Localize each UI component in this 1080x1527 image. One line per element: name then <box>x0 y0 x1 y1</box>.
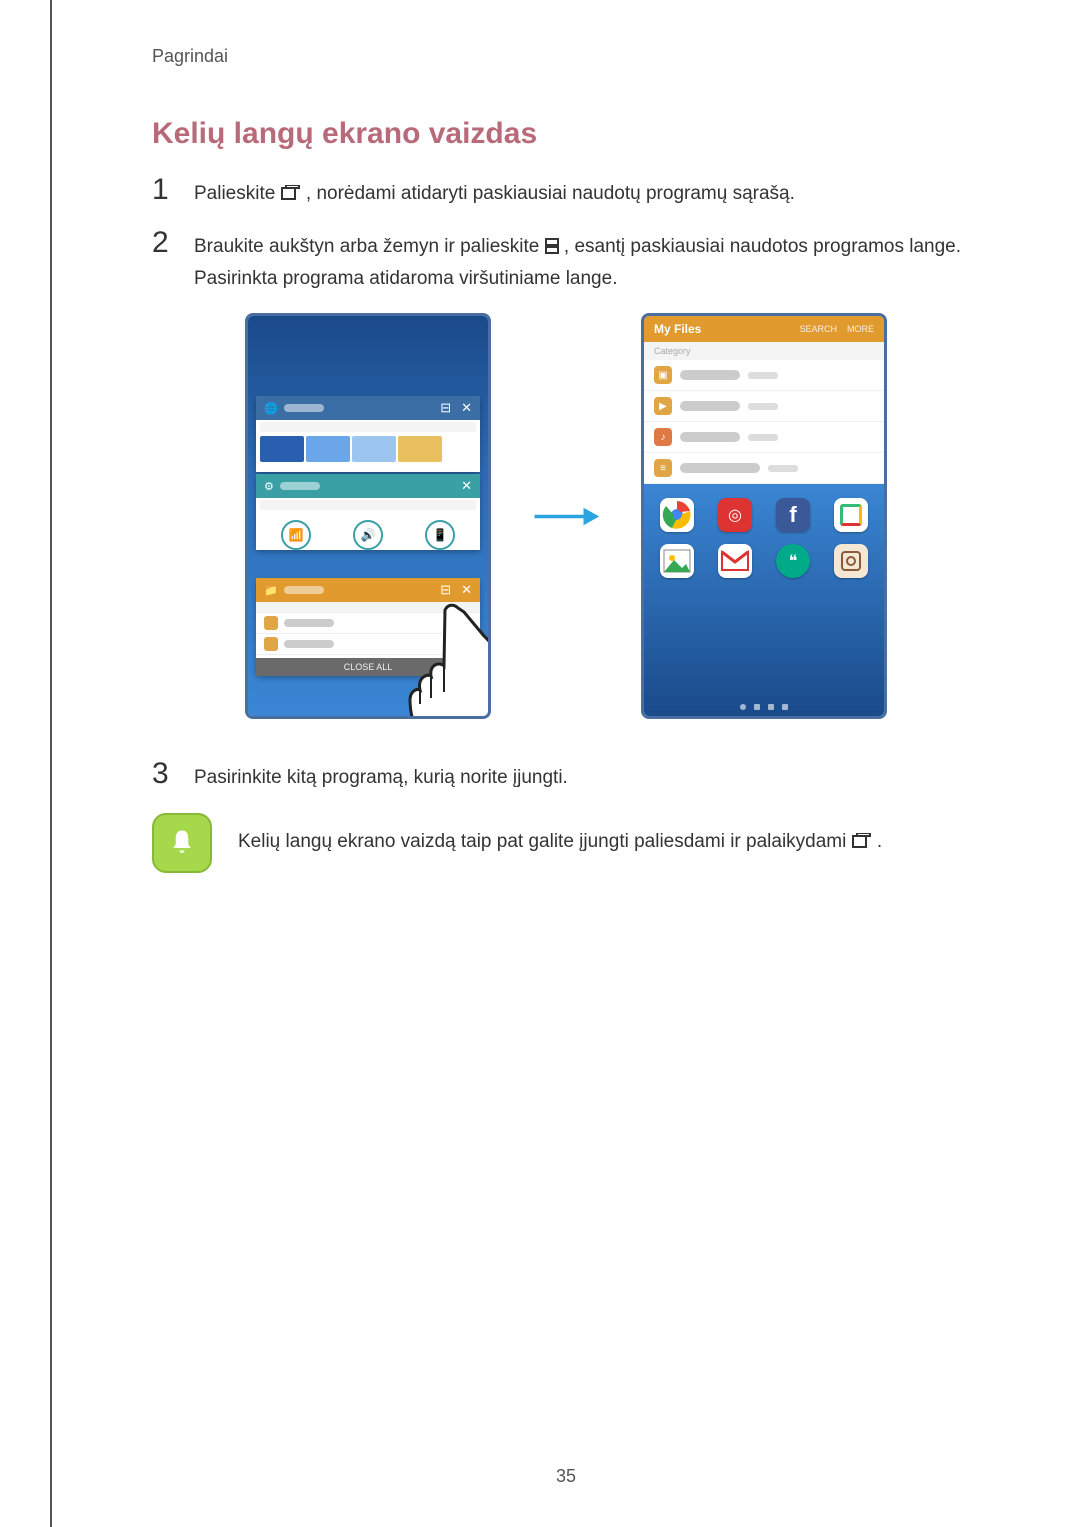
phone-left-recents: 🌐 ⊟ ✕ ⚙ ✕ <box>245 313 491 719</box>
step-number-2: 2 <box>152 228 176 258</box>
page-title: Kelių langų ekrano vaizdas <box>152 117 980 151</box>
myfiles-title: My Files <box>654 322 701 336</box>
file-row: ▶ <box>644 391 884 422</box>
audio-icon: ♪ <box>654 428 672 446</box>
split-view-icon <box>545 234 559 263</box>
recents-icon <box>281 181 301 210</box>
step-number-1: 1 <box>152 175 176 205</box>
search-label: SEARCH <box>799 324 837 334</box>
sound-icon: 🔊 <box>353 520 383 550</box>
myfiles-header: My Files SEARCH MORE <box>644 316 884 342</box>
step-3-text: Pasirinkite kitą programą, kurią norite … <box>194 759 568 792</box>
app-icon: ◎ <box>718 498 752 532</box>
card-title-blur <box>284 404 324 412</box>
data-usage-icon: 📶 <box>281 520 311 550</box>
close-all-button: CLOSE ALL <box>256 658 480 676</box>
card-title-blur <box>284 586 324 594</box>
recents-card-myfiles: 📁 ⊟ ✕ CLOSE ALL <box>256 578 480 676</box>
gear-icon: ⚙ <box>264 480 274 493</box>
videos-icon: ▶ <box>654 397 672 415</box>
facebook-icon: f <box>776 498 810 532</box>
gmail-icon <box>718 544 752 578</box>
recents-card-settings: ⚙ ✕ 📶 🔊 📱 <box>256 474 480 550</box>
breadcrumb: Pagrindai <box>152 46 980 67</box>
close-icon: ✕ <box>461 478 472 494</box>
globe-icon: 🌐 <box>264 402 278 415</box>
chrome-icon <box>660 498 694 532</box>
recents-card-internet: 🌐 ⊟ ✕ <box>256 396 480 472</box>
images-icon: ▣ <box>654 366 672 384</box>
recents-icon <box>852 833 872 855</box>
display-icon: 📱 <box>425 520 455 550</box>
file-row: ♪ <box>644 422 884 453</box>
more-label: MORE <box>847 324 874 334</box>
folder-icon: 📁 <box>264 584 278 597</box>
gallery-icon <box>660 544 694 578</box>
close-icon: ✕ <box>461 582 472 598</box>
file-row: ▣ <box>644 360 884 391</box>
instruction-figure: 🌐 ⊟ ✕ ⚙ ✕ <box>152 313 980 719</box>
split-icon: ⊟ <box>440 582 451 598</box>
transition-arrow-icon <box>531 506 601 527</box>
documents-icon: ≡ <box>654 459 672 477</box>
home-screen: ◎ f ❝ <box>644 484 884 716</box>
phone-right-split: My Files SEARCH MORE Category ▣ ▶ ♪ ≡ ◎ f <box>641 313 887 719</box>
split-icon: ⊟ <box>440 400 451 416</box>
app-icon <box>834 498 868 532</box>
card-title-blur <box>280 482 320 490</box>
note-callout: Kelių langų ekrano vaizdą taip pat galit… <box>152 813 980 873</box>
instagram-icon <box>834 544 868 578</box>
nav-dots <box>654 704 874 710</box>
page-number: 35 <box>52 1466 1080 1487</box>
step-1-text: Palieskite , norėdami atidaryti paskiaus… <box>194 175 795 210</box>
note-bell-icon <box>152 813 212 873</box>
file-row: ≡ <box>644 453 884 484</box>
note-text: Kelių langų ekrano vaizdą taip pat galit… <box>238 831 882 855</box>
step-number-3: 3 <box>152 759 176 789</box>
close-icon: ✕ <box>461 400 472 416</box>
category-label: Category <box>644 342 884 360</box>
hangouts-icon: ❝ <box>776 544 810 578</box>
step-2-text: Braukite aukštyn arba žemyn ir palieskit… <box>194 228 980 293</box>
